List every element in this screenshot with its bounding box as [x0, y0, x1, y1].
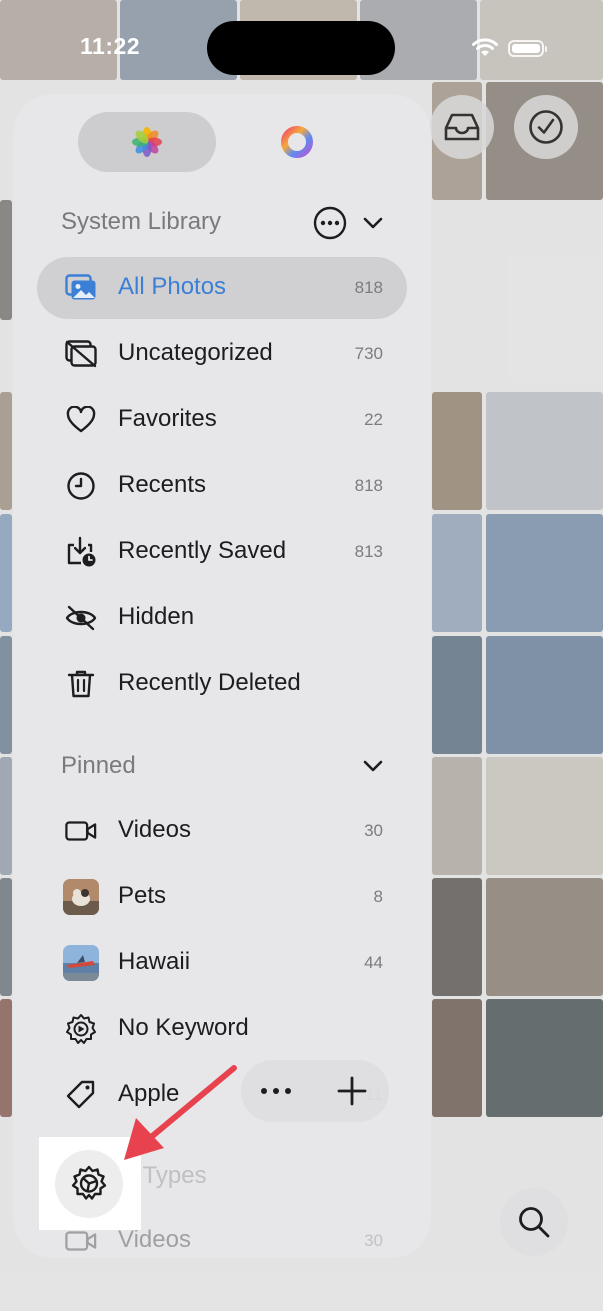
annotation-arrow	[124, 1065, 237, 1160]
